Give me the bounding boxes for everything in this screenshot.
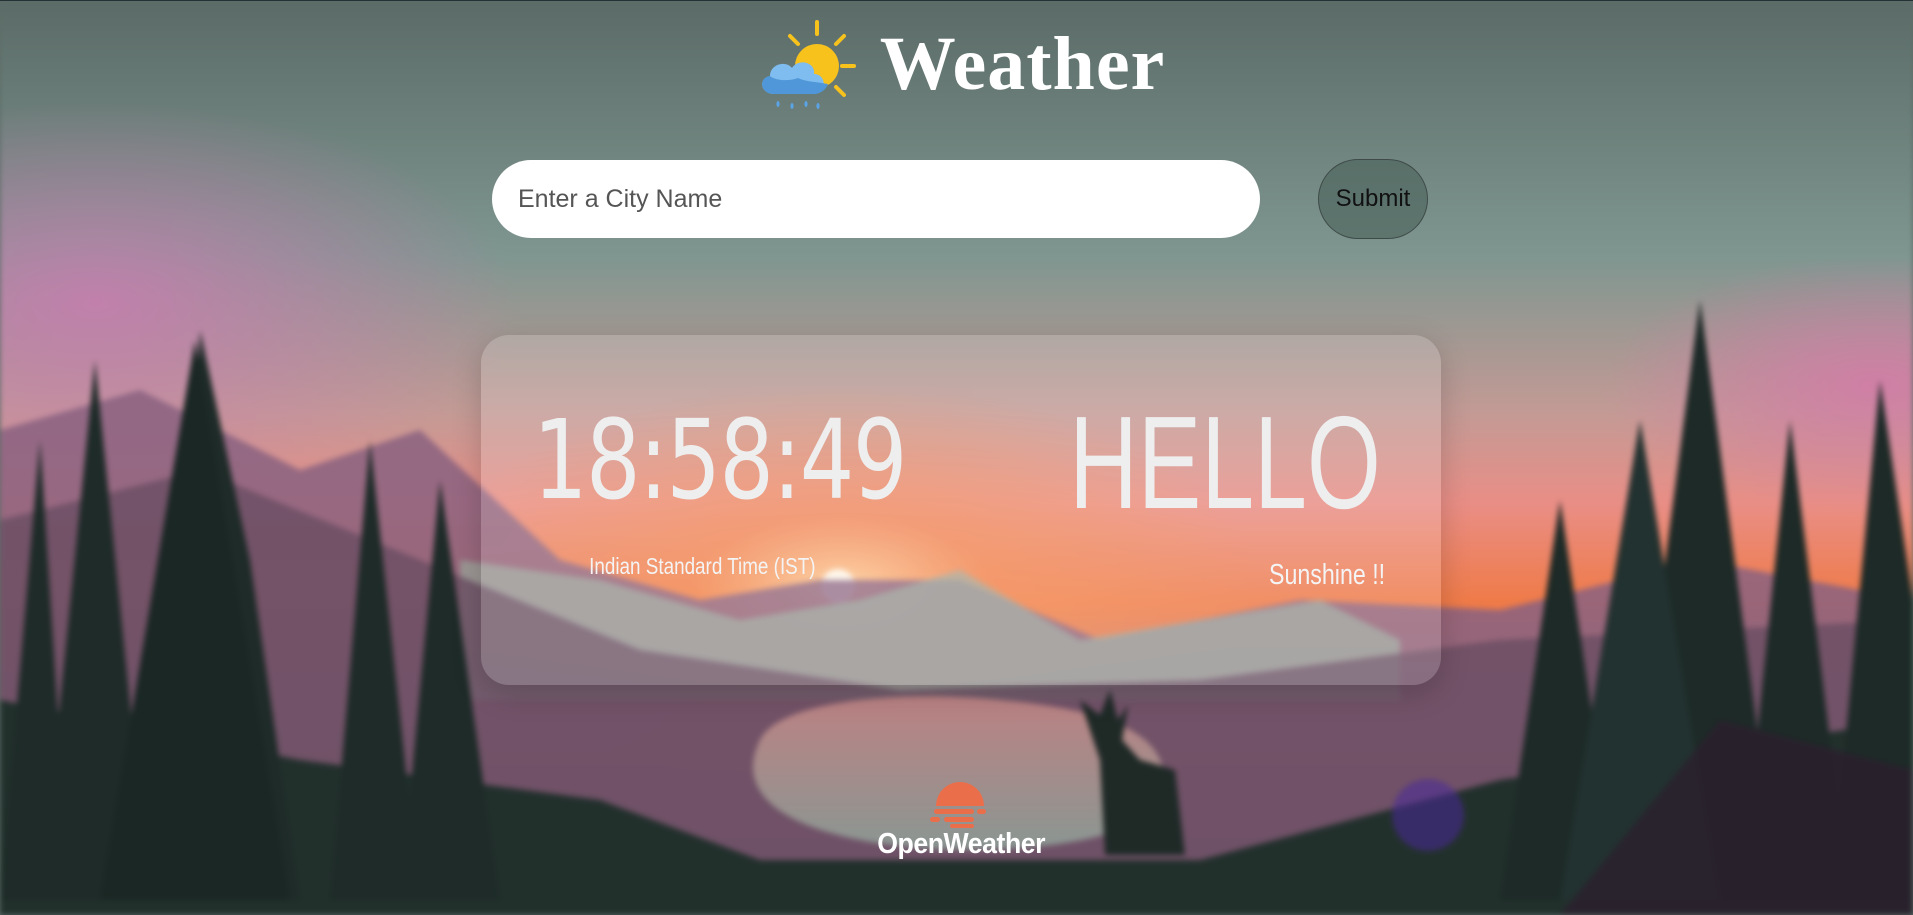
greeting-title: HELLO (1069, 389, 1381, 536)
city-search-input[interactable] (492, 160, 1260, 238)
top-border (0, 0, 1913, 1)
openweather-brand[interactable]: OpenWeather (870, 770, 1050, 860)
app-title: Weather (879, 22, 1166, 106)
greeting-subtitle: Sunshine !! (1268, 559, 1385, 591)
openweather-logo-icon (930, 782, 986, 828)
submit-button[interactable]: Submit (1318, 159, 1428, 239)
openweather-brand-name: OpenWeather (877, 828, 1046, 860)
timezone-label: Indian Standard Time (IST) (589, 553, 816, 579)
clock-time: 18:58:49 (533, 396, 907, 524)
app-header: Weather (0, 14, 1913, 114)
clock-greeting-card: 18:58:49 Indian Standard Time (IST) HELL… (481, 335, 1441, 685)
sun-cloud-rain-icon (761, 20, 856, 109)
